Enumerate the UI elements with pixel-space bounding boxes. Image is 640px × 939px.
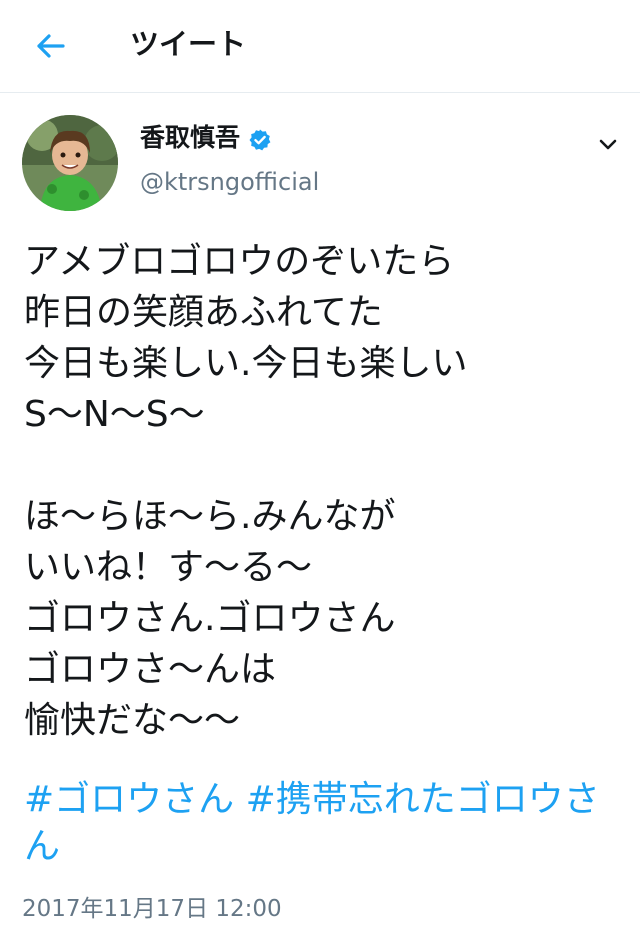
tweet-timestamp[interactable]: 2017年11月17日 12:00 <box>22 891 282 927</box>
author-name[interactable]: 香取慎吾 <box>140 120 240 156</box>
tweet-text: アメブロゴロウのぞいたら 昨日の笑顔あふれてた 今日も楽しい.今日も楽しい S〜… <box>24 236 624 746</box>
page-title: ツイート <box>130 27 247 61</box>
tweet-line: 今日も楽しい.今日も楽しい <box>24 343 468 384</box>
avatar[interactable] <box>22 115 118 211</box>
tweet-line: S〜N〜S〜 <box>24 394 205 435</box>
tweet-line: ほ〜らほ〜ら.みんなが <box>24 496 396 537</box>
header-bar: ツイート <box>0 0 640 93</box>
tweet-line: 愉快だな〜〜 <box>24 700 241 741</box>
hashtag-block: #ゴロウさん #携帯忘れたゴロウさん <box>24 776 624 870</box>
tweet-line: ゴロウさ〜んは <box>24 649 277 690</box>
tweet-line: いいね！す〜る〜 <box>24 547 313 588</box>
hashtag-link[interactable]: #ゴロウさん <box>24 779 234 820</box>
avatar-image <box>22 115 118 211</box>
tweet-line: ゴロウさん.ゴロウさん <box>24 598 396 639</box>
back-button[interactable] <box>26 22 74 70</box>
arrow-left-icon <box>37 34 65 58</box>
verified-badge-icon <box>248 126 272 151</box>
chevron-down-icon <box>599 139 617 150</box>
author-name-row[interactable]: 香取慎吾 <box>140 120 272 156</box>
author-handle[interactable]: @ktrsngofficial <box>140 164 319 200</box>
tweet-line: 昨日の笑顔あふれてた <box>24 292 383 333</box>
tweet-line: アメブロゴロウのぞいたら <box>24 241 455 282</box>
tweet-menu-button[interactable] <box>592 128 624 160</box>
